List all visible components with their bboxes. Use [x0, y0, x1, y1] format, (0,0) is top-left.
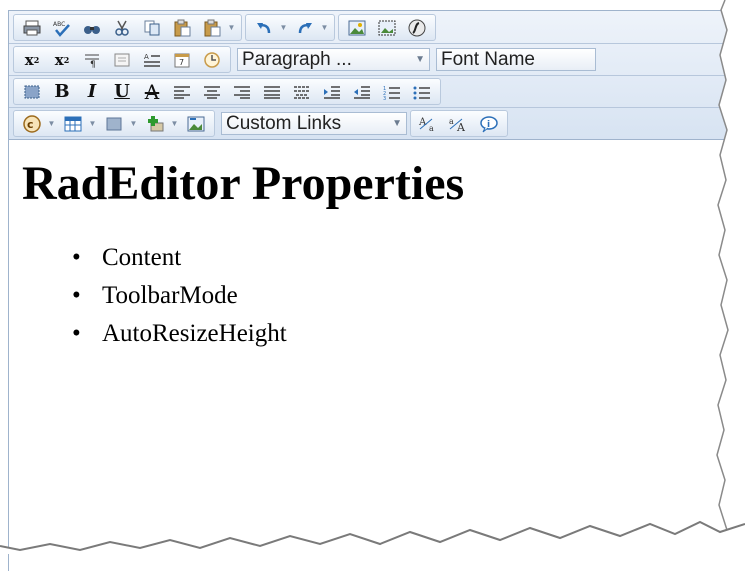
align-right-icon[interactable]	[230, 80, 254, 103]
insert-date-icon[interactable]: 7	[170, 48, 194, 71]
select-all-icon[interactable]	[20, 80, 44, 103]
indent-icon[interactable]	[320, 80, 344, 103]
ordered-list-icon[interactable]: 123	[380, 80, 404, 103]
toolbar-group-insert: c ▼ ▼ ▼ ▼	[13, 110, 215, 137]
toolbar-group-case: Aa aA i	[410, 110, 508, 137]
unordered-list-icon[interactable]	[410, 80, 434, 103]
toolbar-group-text-style: B I U A 123	[13, 78, 441, 105]
insert-time-icon[interactable]	[200, 48, 224, 71]
svg-text:7: 7	[179, 58, 184, 67]
custom-links-select[interactable]: Custom Links ▼	[221, 112, 407, 135]
paste-options-dropdown[interactable]: ▼	[227, 16, 236, 39]
redo-icon[interactable]	[293, 16, 317, 39]
image-map-icon[interactable]	[375, 16, 399, 39]
convert-to-lower-icon[interactable]: Aa	[417, 112, 441, 135]
font-name-select[interactable]: Font Name	[436, 48, 596, 71]
insert-paragraph-icon[interactable]: ¶	[80, 48, 104, 71]
insert-symbol-icon[interactable]: c	[20, 112, 44, 135]
bold-label: B	[54, 81, 70, 102]
toolbar-group-formatting: x2 x2 ¶ A 7	[13, 46, 231, 73]
subscript-icon[interactable]: x2	[50, 48, 74, 71]
torn-edge-bottom	[0, 520, 745, 554]
cut-icon[interactable]	[110, 16, 134, 39]
toolbar-group-media	[338, 14, 436, 41]
justify-icon[interactable]	[260, 80, 284, 103]
about-dialog-icon[interactable]: i	[477, 112, 501, 135]
svg-text:a: a	[449, 117, 454, 126]
copy-icon[interactable]	[140, 16, 164, 39]
font-name-value: Font Name	[441, 48, 535, 70]
chevron-down-icon: ▼	[415, 54, 425, 65]
superscript-icon[interactable]: x2	[20, 48, 44, 71]
svg-text:¶: ¶	[90, 60, 96, 68]
strikethrough-label: A	[144, 79, 160, 104]
editor-content-area[interactable]: RadEditor Properties Content ToolbarMode…	[9, 140, 745, 353]
paragraph-style-value: Paragraph ...	[242, 48, 352, 70]
insert-snippet-dropdown[interactable]: ▼	[129, 112, 138, 135]
underline-label: U	[114, 81, 130, 102]
spellcheck-icon[interactable]: ABC	[50, 16, 74, 39]
toolbar-row-4: c ▼ ▼ ▼ ▼ Custom Links ▼ A a a A i	[9, 108, 745, 139]
chevron-down-icon: ▼	[392, 118, 402, 129]
svg-text:c: c	[27, 118, 34, 131]
spellcheck-abc-text: ABC	[53, 21, 65, 28]
toolbar-area: ABC ▼ ▼ ▼ x 2 x 2 ¶ A 7 Paragraph ... ▼ …	[9, 11, 745, 140]
flash-icon[interactable]	[405, 16, 429, 39]
underline-button[interactable]: U	[110, 80, 134, 103]
toolbar-row-3: B I U A 123	[9, 76, 745, 108]
svg-text:A: A	[144, 53, 149, 61]
insert-snippet-icon[interactable]	[102, 112, 126, 135]
paste-special-icon[interactable]	[200, 16, 224, 39]
align-center-icon[interactable]	[200, 80, 224, 103]
undo-dropdown[interactable]: ▼	[279, 16, 288, 39]
insert-table-icon[interactable]	[61, 112, 85, 135]
justify-none-icon[interactable]	[290, 80, 314, 103]
list-item: AutoResizeHeight	[72, 315, 745, 353]
paragraph-style-select[interactable]: Paragraph ... ▼	[237, 48, 430, 71]
bold-button[interactable]: B	[50, 80, 74, 103]
toolbar-row-1: ABC ▼ ▼ ▼	[9, 12, 745, 44]
content-heading: RadEditor Properties	[22, 157, 465, 210]
redo-dropdown[interactable]: ▼	[320, 16, 329, 39]
find-icon[interactable]	[80, 16, 104, 39]
italic-label: I	[87, 81, 97, 102]
torn-edge-right	[716, 0, 745, 554]
list-item: Content	[72, 239, 745, 277]
undo-icon[interactable]	[252, 16, 276, 39]
list-item: ToolbarMode	[72, 277, 745, 315]
svg-text:a: a	[429, 124, 434, 133]
print-icon[interactable]	[20, 16, 44, 39]
toolbar-group-history: ▼ ▼	[245, 14, 335, 41]
insert-custom-icon[interactable]	[143, 112, 167, 135]
paste-icon[interactable]	[170, 16, 194, 39]
rad-editor: ABC ▼ ▼ ▼ x 2 x 2 ¶ A 7 Paragraph ... ▼ …	[8, 10, 745, 571]
svg-text:3: 3	[383, 96, 386, 100]
format-code-icon[interactable]	[110, 48, 134, 71]
align-left-icon[interactable]	[170, 80, 194, 103]
insert-symbol-dropdown[interactable]: ▼	[47, 112, 56, 135]
insert-table-dropdown[interactable]: ▼	[88, 112, 97, 135]
toolbar-group-tools: ABC ▼	[13, 14, 242, 41]
template-manager-icon[interactable]	[184, 112, 208, 135]
custom-links-value: Custom Links	[226, 112, 342, 134]
format-stripper-icon[interactable]: A	[140, 48, 164, 71]
convert-to-upper-icon[interactable]: aA	[447, 112, 471, 135]
italic-button[interactable]: I	[80, 80, 104, 103]
svg-text:i: i	[487, 120, 490, 130]
strikethrough-button[interactable]: A	[140, 79, 164, 104]
image-manager-icon[interactable]	[345, 16, 369, 39]
outdent-icon[interactable]	[350, 80, 374, 103]
toolbar-row-2: x2 x2 ¶ A 7 Paragraph ... ▼ Font Name	[9, 44, 745, 76]
insert-custom-dropdown[interactable]: ▼	[170, 112, 179, 135]
content-list: Content ToolbarMode AutoResizeHeight	[22, 239, 745, 353]
